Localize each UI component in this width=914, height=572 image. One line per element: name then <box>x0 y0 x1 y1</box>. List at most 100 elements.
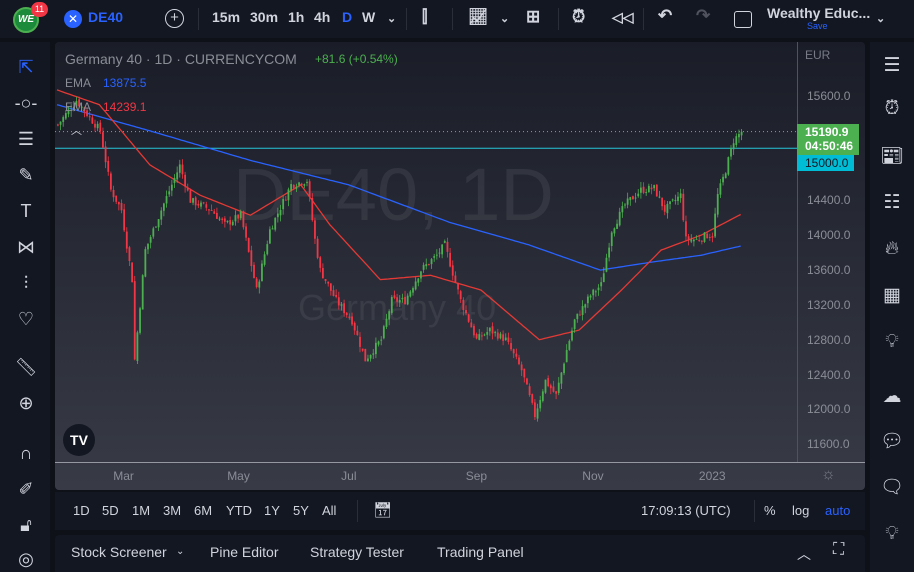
streams-icon[interactable]: ☁︎ <box>878 383 906 411</box>
lock-drawing-icon[interactable]: ✐ <box>13 476 39 502</box>
candle-body <box>557 382 560 393</box>
chart-legend-title[interactable]: Germany 40 · 1D · CURRENCYCOM <box>65 51 297 67</box>
interval-dropdown-chevron-icon[interactable]: ⌄ <box>387 12 396 25</box>
range-ytd[interactable]: YTD <box>226 503 252 518</box>
price-tick-label: 12400.0 <box>807 367 851 382</box>
candle-body <box>481 335 483 337</box>
panel-expand-chevron-icon[interactable]: ︿ <box>797 544 811 564</box>
candle-body <box>369 354 372 359</box>
range-3m[interactable]: 3M <box>163 503 181 518</box>
tab-pine-editor[interactable]: Pine Editor <box>210 544 278 560</box>
candle-body <box>276 213 279 218</box>
tab-trading-panel[interactable]: Trading Panel <box>437 544 524 560</box>
indicators-chevron-icon[interactable]: ⌄ <box>500 12 509 25</box>
interval-w[interactable]: W <box>362 9 375 25</box>
indicators-icon[interactable]: 📈︎ <box>468 7 488 27</box>
time-tick-label: Sep <box>465 469 488 483</box>
alerts-clock-icon[interactable]: ⏰︎ <box>878 95 906 123</box>
percent-toggle[interactable]: % <box>764 503 776 518</box>
range-1m[interactable]: 1M <box>132 503 150 518</box>
candle-body <box>711 236 714 238</box>
prediction-icon[interactable]: ⫶ <box>13 270 39 296</box>
currency-selector[interactable]: EUR <box>805 48 830 62</box>
candle-body <box>141 275 144 310</box>
settings-gear-icon[interactable]: ☼ <box>821 466 836 484</box>
fullscreen-box-icon[interactable] <box>734 11 752 28</box>
news-icon[interactable]: 📰︎ <box>878 143 906 171</box>
layout-chevron-icon[interactable]: ⌄ <box>876 12 885 25</box>
cursor-icon[interactable]: ⇱ <box>13 54 39 80</box>
range-5d[interactable]: 5D <box>102 503 119 518</box>
symbol-search[interactable]: DE40 <box>88 9 123 25</box>
tradingview-logo[interactable]: TV <box>63 424 95 456</box>
chart-pane[interactable]: DE40, 1D Germany 40 Germany 40 · 1D · CU… <box>55 42 865 490</box>
zoom-in-icon[interactable]: ⊕ <box>13 390 39 416</box>
range-1d[interactable]: 1D <box>73 503 90 518</box>
help-bulb-icon[interactable]: 💡︎ <box>878 520 906 548</box>
candle-body <box>186 187 189 191</box>
goto-date-icon[interactable]: 📅︎ <box>373 501 392 519</box>
candle-body <box>465 309 467 314</box>
layouts-grid-icon[interactable]: ⊞ <box>526 7 540 27</box>
undo-icon[interactable]: ↶ <box>658 6 672 26</box>
lock-icon[interactable]: 🔓︎ <box>13 512 39 538</box>
clock-time[interactable]: 17:09:13 (UTC) <box>641 503 731 518</box>
ema-2-label[interactable]: EMA <box>65 100 91 114</box>
candle-body <box>388 311 391 320</box>
log-toggle[interactable]: log <box>792 503 809 518</box>
interval-d[interactable]: D <box>342 9 352 25</box>
compare-add-icon[interactable]: + <box>165 9 184 28</box>
stock-screener-chevron-icon[interactable]: ⌄ <box>176 546 184 557</box>
interval-4h[interactable]: 4h <box>314 9 330 25</box>
interval-30m[interactable]: 30m <box>250 9 278 25</box>
pattern-icon[interactable]: ⋈ <box>13 234 39 260</box>
heart-icon[interactable]: ♡ <box>13 306 39 332</box>
candle-body <box>155 226 157 228</box>
candle-body <box>131 262 133 283</box>
layout-name[interactable]: Wealthy Educ... <box>767 5 870 21</box>
magnet-icon[interactable]: ∩ <box>13 440 39 466</box>
alert-add-icon[interactable]: ⏰︎ <box>572 7 585 27</box>
tab-stock-screener[interactable]: Stock Screener <box>71 544 167 560</box>
trend-line-icon[interactable]: -○- <box>13 90 39 116</box>
ruler-icon[interactable]: 📏︎ <box>13 354 39 380</box>
range-1y[interactable]: 1Y <box>264 503 280 518</box>
brush-icon[interactable]: ✎ <box>13 162 39 188</box>
candle-body <box>147 243 149 250</box>
save-status[interactable]: Save <box>807 21 828 31</box>
range-6m[interactable]: 6M <box>194 503 212 518</box>
redo-icon[interactable]: ↷ <box>696 6 710 26</box>
candle-body <box>494 331 497 333</box>
tab-strategy-tester[interactable]: Strategy Tester <box>310 544 404 560</box>
panel-maximize-icon[interactable]: ⛶ <box>833 541 844 559</box>
watchlist-icon[interactable]: ☰ <box>878 52 906 80</box>
fib-icon[interactable]: ☰ <box>13 126 39 152</box>
auto-toggle[interactable]: auto <box>825 503 850 518</box>
legend-collapse-icon[interactable]: ︿ <box>71 122 82 138</box>
hide-icon[interactable]: ◎ <box>13 546 39 572</box>
candle-body <box>390 297 393 313</box>
candles-style-icon[interactable]: ⫿ <box>422 7 427 27</box>
range-5y[interactable]: 5Y <box>293 503 309 518</box>
ideas-bulb-icon[interactable]: 💡︎ <box>878 328 906 356</box>
candle-body <box>107 160 110 172</box>
time-axis[interactable] <box>55 462 865 490</box>
chats-icon[interactable]: 💬︎ <box>878 428 906 456</box>
range-all[interactable]: All <box>322 503 336 518</box>
hotlist-fire-icon[interactable]: 🔥︎ <box>878 235 906 263</box>
text-icon[interactable]: T <box>13 198 39 224</box>
calendar-icon[interactable]: ▦ <box>878 282 906 310</box>
ema-1-label[interactable]: EMA <box>65 76 91 90</box>
price-plot[interactable] <box>55 42 865 490</box>
replay-icon[interactable]: ◁◁ <box>612 9 634 26</box>
data-window-icon[interactable]: ☷ <box>878 189 906 217</box>
price-axis[interactable] <box>797 42 865 462</box>
candle-body <box>359 336 361 347</box>
candle-body <box>361 348 364 351</box>
messages-icon[interactable]: 🗨︎ <box>878 474 906 502</box>
interval-1h[interactable]: 1h <box>288 9 304 25</box>
candle-body <box>621 206 624 213</box>
interval-15m[interactable]: 15m <box>212 9 240 25</box>
candle-body <box>526 378 528 385</box>
candle-body <box>375 342 377 355</box>
